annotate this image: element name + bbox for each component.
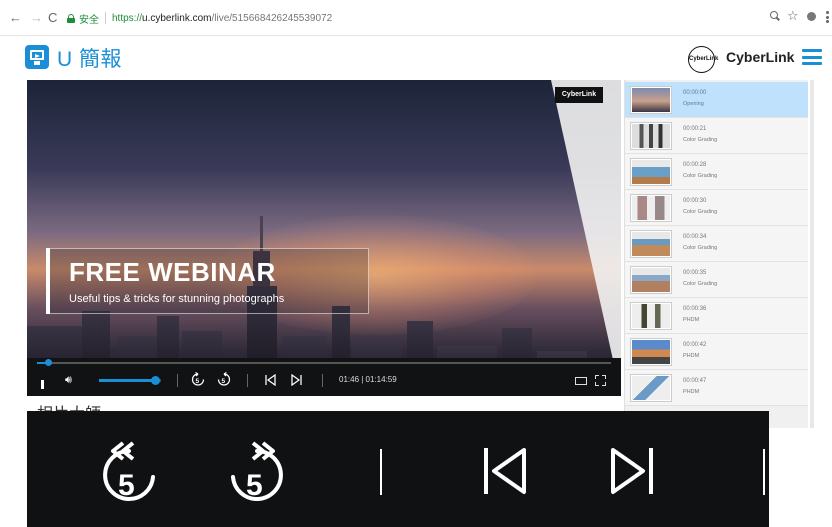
next-chapter-icon[interactable] — [609, 445, 655, 497]
slide-divider — [551, 80, 621, 396]
chapter-thumbnail — [631, 87, 671, 113]
volume-icon[interactable]: 🔊︎ — [65, 374, 72, 386]
chapter-time: 00:00:30 — [683, 198, 707, 204]
previous-chapter-icon[interactable] — [265, 374, 276, 386]
chapter-item[interactable]: 00:00:35 Color Grading — [625, 262, 808, 298]
chapter-item[interactable]: 00:00:42 PHDM — [625, 334, 808, 370]
chapter-name: Opening — [683, 101, 704, 107]
time-display: 01:46 | 01:14:59 — [339, 375, 397, 384]
chapter-item[interactable]: 00:00:28 Color Grading — [625, 154, 808, 190]
zoom-icon[interactable] — [770, 11, 781, 22]
pause-icon[interactable] — [41, 376, 49, 407]
brand-logo: CyberLink — [688, 46, 718, 73]
forward-button[interactable]: → — [30, 10, 43, 26]
webinar-title: FREE WEBINAR — [69, 257, 276, 287]
rewind-5-label: 5 — [118, 469, 135, 502]
controls-divider — [247, 374, 248, 387]
chapter-name: PHDM — [683, 353, 700, 359]
forward-5-icon[interactable]: 5 — [227, 439, 287, 509]
app-logo-icon[interactable] — [25, 45, 49, 69]
chapter-time: 00:00:00 — [683, 90, 707, 96]
chapter-item[interactable]: 00:00:30 Color Grading — [625, 190, 808, 226]
svg-text:5: 5 — [196, 378, 200, 385]
svg-text:5: 5 — [222, 378, 226, 385]
chapter-list: 00:00:00 Opening 00:00:21 Color Grading 00:0… — [624, 80, 808, 428]
page-root: ← → C 安全 https:// u.cyberlink.com /live/… — [0, 0, 832, 527]
chapter-item[interactable]: 00:00:00 Opening — [625, 82, 808, 118]
zoomed-controls: 5 5 — [27, 411, 769, 527]
url-path: /live/515668426245539072 — [211, 12, 333, 24]
chapter-thumbnail — [631, 231, 671, 257]
previous-chapter-icon[interactable] — [482, 445, 528, 497]
rewind-5-icon[interactable]: 5 — [191, 371, 205, 387]
app-title[interactable]: U 簡報 — [57, 43, 122, 73]
chapter-item[interactable]: 00:00:36 PHDM — [625, 298, 808, 334]
reload-button[interactable]: C — [48, 10, 57, 26]
chapter-name: PHDM — [683, 317, 700, 323]
seek-handle[interactable] — [45, 359, 53, 366]
brand-name: CyberLink — [726, 49, 795, 65]
chapter-thumbnail — [631, 123, 671, 149]
chapter-item[interactable]: 00:00:47 PHDM — [625, 370, 808, 406]
url-host: u.cyberlink.com — [142, 12, 212, 24]
back-button[interactable]: ← — [9, 10, 22, 26]
chapter-name: PHDM — [683, 389, 700, 395]
lock-icon — [67, 13, 75, 23]
chapter-thumbnail — [631, 195, 671, 221]
browser-toolbar: ← → C 安全 https:// u.cyberlink.com /live/… — [0, 0, 832, 36]
chapter-scrollbar[interactable] — [810, 80, 814, 428]
chapter-time: 00:00:47 — [683, 378, 707, 384]
chapter-item[interactable]: 00:00:34 Color Grading — [625, 226, 808, 262]
chapter-time: 00:00:21 — [683, 126, 707, 132]
chapter-thumbnail — [631, 267, 671, 293]
hamburger-menu-icon[interactable] — [802, 49, 822, 65]
volume-level — [99, 379, 155, 382]
forward-5-label: 5 — [246, 469, 263, 502]
chapter-thumbnail — [631, 159, 671, 185]
window-icon[interactable] — [575, 377, 587, 385]
chapter-thumbnail — [631, 375, 671, 401]
volume-slider[interactable] — [99, 376, 161, 385]
volume-handle[interactable] — [150, 376, 160, 385]
webinar-subtitle: Useful tips & tricks for stunning photog… — [69, 293, 285, 305]
url-divider — [105, 12, 106, 24]
controls-divider — [177, 374, 178, 387]
menu-dots-icon[interactable] — [826, 11, 829, 23]
chapter-time: 00:00:42 — [683, 342, 707, 348]
video-watermark-logo: CyberLink — [555, 87, 603, 103]
webinar-title-card: FREE WEBINAR Useful tips & tricks for st… — [46, 248, 369, 314]
chapter-time: 00:00:34 — [683, 234, 707, 240]
chapter-thumbnail — [631, 339, 671, 365]
rewind-5-icon[interactable]: 5 — [99, 439, 159, 509]
secure-label: 安全 — [79, 14, 99, 26]
address-bar[interactable]: 安全 https:// u.cyberlink.com /live/515668… — [67, 9, 332, 27]
seek-bar[interactable] — [37, 359, 611, 366]
fullscreen-icon[interactable] — [595, 375, 606, 386]
controls-divider — [322, 374, 323, 387]
chapter-name: Color Grading — [683, 173, 718, 179]
site-header: U 簡報 CyberLink CyberLink — [0, 36, 832, 80]
zoom-divider — [763, 449, 765, 495]
chapter-name: Color Grading — [683, 281, 718, 287]
chapter-time: 00:00:35 — [683, 270, 707, 276]
extension-icon[interactable] — [807, 12, 816, 21]
chapter-name: Color Grading — [683, 209, 718, 215]
chapter-name: Color Grading — [683, 137, 718, 143]
next-chapter-icon[interactable] — [291, 374, 302, 386]
video-player[interactable]: CyberLink FREE WEBINAR Useful tips & tri… — [27, 80, 621, 396]
forward-5-icon[interactable]: 5 — [217, 371, 231, 387]
url-scheme: https:// — [112, 12, 143, 24]
chapter-item[interactable]: 00:00:21 Color Grading — [625, 118, 808, 154]
chapter-time: 00:00:36 — [683, 306, 707, 312]
chapter-name: Color Grading — [683, 245, 718, 251]
chapter-time: 00:00:28 — [683, 162, 707, 168]
zoom-divider — [380, 449, 382, 495]
player-controls: 🔊︎ 5 5 01:46 | 01:14:59 — [27, 358, 621, 407]
chapter-thumbnail — [631, 303, 671, 329]
star-icon[interactable]: ☆ — [787, 8, 799, 24]
